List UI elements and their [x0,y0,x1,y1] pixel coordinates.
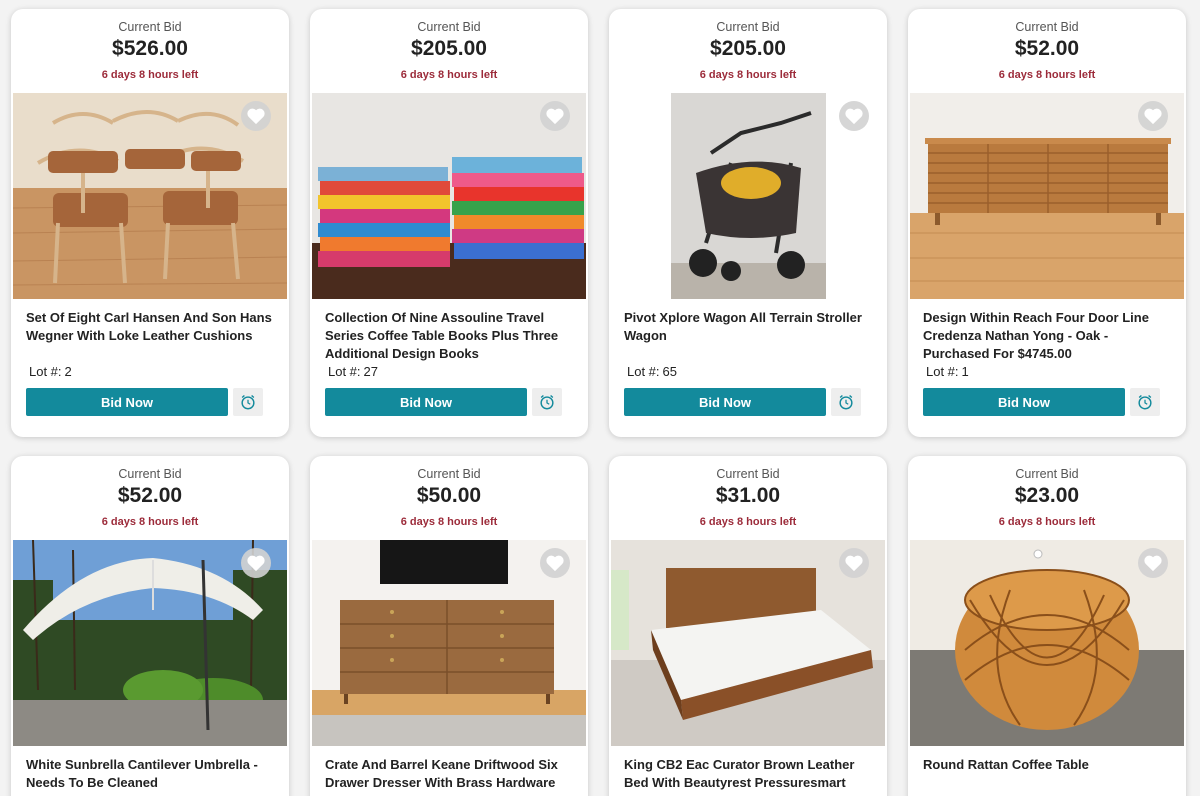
current-bid-price: $205.00 [411,37,487,60]
time-left: 6 days 8 hours left [998,69,1096,81]
auction-card[interactable]: Current Bid $50.00 6 days 8 hours left C… [310,456,588,796]
current-bid-price: $23.00 [1014,484,1080,507]
auction-card[interactable]: Current Bid $52.00 6 days 8 hours left W… [11,456,289,796]
current-bid-price: $205.00 [710,37,786,60]
lot-value: 1 [961,364,969,379]
alarm-clock-icon[interactable] [532,388,562,416]
item-title[interactable]: King CB2 Eac Curator Brown Leather Bed W… [624,756,875,792]
item-title[interactable]: Crate And Barrel Keane Driftwood Six Dra… [325,756,576,792]
current-bid-label: Current Bid [716,467,780,481]
bid-now-button[interactable]: Bid Now [26,388,228,416]
auction-card[interactable]: Current Bid $526.00 6 days 8 hours left [11,9,289,437]
item-title[interactable]: Set Of Eight Carl Hansen And Son Hans We… [26,309,277,345]
current-bid-price: $31.00 [715,484,781,507]
lot-number: Lot #: 1 [923,364,969,379]
current-bid-label: Current Bid [1015,20,1079,34]
time-left: 6 days 8 hours left [998,516,1096,528]
auction-card[interactable]: Current Bid $52.00 6 days 8 hours left D… [908,9,1186,437]
lot-value: 65 [662,364,677,379]
current-bid-label: Current Bid [118,20,182,34]
favorite-heart-icon[interactable] [540,101,570,131]
time-left: 6 days 8 hours left [101,69,199,81]
time-left: 6 days 8 hours left [699,516,797,528]
time-left: 6 days 8 hours left [101,516,199,528]
favorite-heart-icon[interactable] [540,548,570,578]
bid-now-button[interactable]: Bid Now [923,388,1125,416]
time-left: 6 days 8 hours left [400,516,498,528]
item-title[interactable]: Round Rattan Coffee Table [923,756,1174,774]
lot-number: Lot #: 65 [624,364,677,379]
auction-card[interactable]: Current Bid $23.00 6 days 8 hours left R [908,456,1186,796]
alarm-clock-icon[interactable] [831,388,861,416]
favorite-heart-icon[interactable] [241,101,271,131]
current-bid-price: $50.00 [416,484,482,507]
item-title[interactable]: White Sunbrella Cantilever Umbrella - Ne… [26,756,277,792]
favorite-heart-icon[interactable] [839,101,869,131]
alarm-clock-icon[interactable] [233,388,263,416]
alarm-clock-icon[interactable] [1130,388,1160,416]
favorite-heart-icon[interactable] [1138,101,1168,131]
auction-card[interactable]: Current Bid $31.00 6 days 8 hours left K… [609,456,887,796]
bid-now-button[interactable]: Bid Now [624,388,826,416]
favorite-heart-icon[interactable] [1138,548,1168,578]
lot-prefix: Lot #: [29,364,62,379]
bid-now-button[interactable]: Bid Now [325,388,527,416]
lot-prefix: Lot #: [627,364,660,379]
favorite-heart-icon[interactable] [241,548,271,578]
auction-card[interactable]: Current Bid $205.00 6 days 8 hours left [310,9,588,437]
auction-card[interactable]: Current Bid $205.00 6 days 8 hours left … [609,9,887,437]
current-bid-label: Current Bid [417,467,481,481]
item-title[interactable]: Design Within Reach Four Door Line Crede… [923,309,1174,363]
lot-prefix: Lot #: [926,364,959,379]
current-bid-price: $52.00 [117,484,183,507]
auction-grid: Current Bid $526.00 6 days 8 hours left [0,0,1200,796]
lot-value: 2 [64,364,72,379]
current-bid-price: $52.00 [1014,37,1080,60]
current-bid-price: $526.00 [112,37,188,60]
current-bid-label: Current Bid [1015,467,1079,481]
lot-number: Lot #: 27 [325,364,378,379]
favorite-heart-icon[interactable] [839,548,869,578]
time-left: 6 days 8 hours left [400,69,498,81]
item-title[interactable]: Pivot Xplore Wagon All Terrain Stroller … [624,309,875,345]
lot-number: Lot #: 2 [26,364,72,379]
current-bid-label: Current Bid [716,20,780,34]
time-left: 6 days 8 hours left [699,69,797,81]
current-bid-label: Current Bid [118,467,182,481]
lot-prefix: Lot #: [328,364,361,379]
current-bid-label: Current Bid [417,20,481,34]
lot-value: 27 [363,364,378,379]
item-title[interactable]: Collection Of Nine Assouline Travel Seri… [325,309,576,363]
